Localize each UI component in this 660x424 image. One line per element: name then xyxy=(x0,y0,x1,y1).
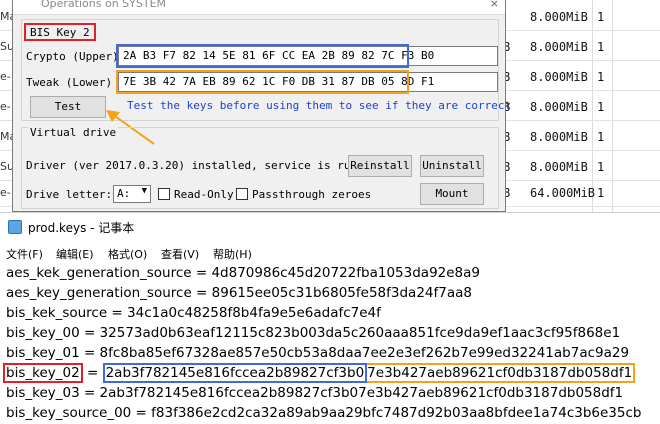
crypto-key-input[interactable]: 2A B3 F7 82 14 5E 81 6F CC EA 2B 89 82 7… xyxy=(118,46,498,66)
row-count: 1 xyxy=(597,10,605,24)
key-line: bis_key_01 = 8fc8ba85ef67328ae857e50cb53… xyxy=(6,345,630,361)
close-button[interactable]: × xyxy=(490,0,499,10)
key-line: bis_key_00 = 32573ad0b63eaf12115c823b003… xyxy=(6,325,621,341)
drive-letter-label: Drive letter: xyxy=(26,188,113,201)
row-prefix: e- xyxy=(0,186,11,199)
read-only-label: Read-Only xyxy=(174,188,234,201)
row-size: 8.000MiB xyxy=(530,160,588,174)
row-count: 1 xyxy=(597,70,605,84)
key-line: aes_key_generation_source = 89615ee05c31… xyxy=(6,285,472,301)
key-line: aes_kek_generation_source = 4d870986c45d… xyxy=(6,265,481,281)
notepad-titlebar[interactable]: prod.keys - 记事本 xyxy=(0,213,660,241)
bis-key-label: BIS Key 2 xyxy=(24,23,96,41)
drive-letter-value: A: xyxy=(117,187,131,200)
operations-dialog: Operations on SYSTEM × BIS Key 2 Crypto … xyxy=(12,0,511,212)
key-line: bis_kek_source = 34c1a0c48258f8b4fa9e5e6… xyxy=(6,305,381,321)
menu-help[interactable]: 帮助(H) xyxy=(213,246,252,262)
virtual-drive-group: Virtual drive Driver (ver 2017.0.3.20) i… xyxy=(21,126,499,209)
notepad-window: prod.keys - 记事本 文件(F) 编辑(E) 格式(O) 查看(V) … xyxy=(0,212,660,424)
key-line: bis_key_03 = 2ab3f782145e816fccea2b89827… xyxy=(6,385,624,401)
row-size: 8.000MiB xyxy=(530,70,588,84)
menu-view[interactable]: 查看(V) xyxy=(161,246,199,262)
notepad-app-icon xyxy=(8,220,22,234)
highlighted-key-line: bis_key_02 = 2ab3f782145e816fccea2b89827… xyxy=(3,363,636,385)
passthrough-label: Passthrough zeroes xyxy=(252,188,372,201)
row-count: 1 xyxy=(597,100,605,114)
test-button[interactable]: Test xyxy=(30,96,106,118)
row-count: 1 xyxy=(597,160,605,174)
equals-sign: = xyxy=(82,365,103,381)
crypto-label: Crypto (Upper) xyxy=(26,50,119,63)
virtual-drive-label: Virtual drive xyxy=(28,126,119,139)
menu-edit[interactable]: 编辑(E) xyxy=(56,246,94,262)
dialog-title: Operations on SYSTEM xyxy=(41,0,167,10)
driver-status-text: Driver (ver 2017.0.3.20) installed, serv… xyxy=(26,159,384,172)
notepad-menubar: 文件(F) 编辑(E) 格式(O) 查看(V) 帮助(H) xyxy=(0,243,660,265)
bis-key-02-name: bis_key_02 xyxy=(3,363,83,383)
row-size: 64.000MiB xyxy=(530,186,596,200)
row-size: 8.000MiB xyxy=(530,130,588,144)
bis-key-02-lower: 7e3b427aeb89621cf0db3187db058df1 xyxy=(367,363,636,383)
menu-format[interactable]: 格式(O) xyxy=(108,246,147,262)
reinstall-button[interactable]: Reinstall xyxy=(348,155,412,177)
read-only-checkbox[interactable] xyxy=(158,188,170,200)
row-size: 8.000MiB xyxy=(530,40,588,54)
menu-file[interactable]: 文件(F) xyxy=(6,246,43,262)
key-line: bis_key_source_00 = f83f386e2cd2ca32a89a… xyxy=(6,405,642,421)
tweak-key-input[interactable]: 7E 3B 42 7A EB 89 62 1C F0 DB 31 87 DB 0… xyxy=(118,72,498,92)
uninstall-button[interactable]: Uninstall xyxy=(420,155,484,177)
chevron-down-icon: ▼ xyxy=(141,186,147,196)
row-size: 8.000MiB xyxy=(530,100,588,114)
row-count: 1 xyxy=(597,186,605,200)
dialog-titlebar[interactable]: Operations on SYSTEM × xyxy=(13,0,505,15)
test-hint-text: Test the keys before using them to see i… xyxy=(127,99,512,112)
row-prefix: e- xyxy=(0,100,11,113)
passthrough-checkbox[interactable] xyxy=(236,188,248,200)
row-count: 1 xyxy=(597,130,605,144)
bis-key-02-upper: 2ab3f782145e816fccea2b89827cf3b0 xyxy=(102,363,368,383)
drive-letter-select[interactable]: A: ▼ xyxy=(113,185,151,203)
row-size: 8.000MiB xyxy=(530,10,588,24)
notepad-title: prod.keys - 记事本 xyxy=(28,221,135,235)
mount-button[interactable]: Mount xyxy=(420,183,484,205)
bis-key-group: BIS Key 2 Crypto (Upper) 2A B3 F7 82 14 … xyxy=(21,19,511,145)
row-count: 1 xyxy=(597,40,605,54)
tweak-label: Tweak (Lower) xyxy=(26,76,113,89)
row-prefix: e- xyxy=(0,70,11,83)
